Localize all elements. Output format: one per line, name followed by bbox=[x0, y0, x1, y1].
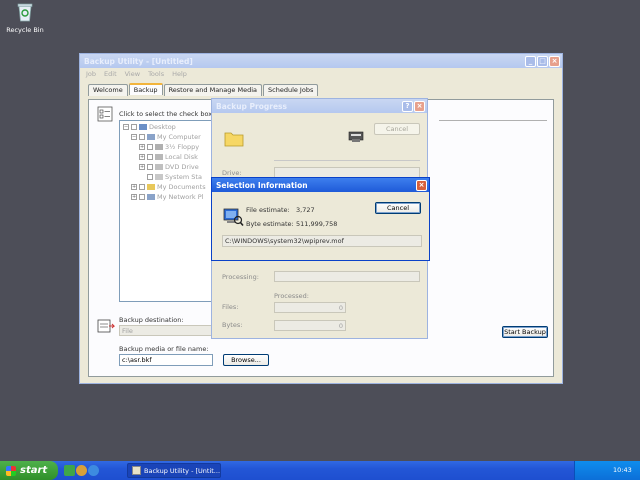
backup-destination-select[interactable]: File bbox=[119, 325, 215, 336]
recycle-bin-desktop-icon[interactable]: Recycle Bin bbox=[6, 2, 44, 34]
byte-estimate-label: Byte estimate: bbox=[246, 220, 294, 228]
menu-view[interactable]: View bbox=[125, 70, 140, 78]
menu-job[interactable]: Job bbox=[86, 70, 96, 78]
tree-item-system-state[interactable]: System Sta bbox=[123, 172, 215, 182]
menu-help[interactable]: Help bbox=[172, 70, 187, 78]
tree-item-floppy[interactable]: +3½ Floppy bbox=[123, 142, 215, 152]
byte-estimate-value: 511,999,758 bbox=[296, 220, 338, 228]
recycle-bin-label: Recycle Bin bbox=[6, 26, 44, 34]
tree-item-my-documents[interactable]: + My Documents bbox=[123, 182, 215, 192]
menu-bar: Job Edit View Tools Help bbox=[80, 68, 562, 80]
help-button[interactable]: ? bbox=[402, 100, 413, 112]
taskbar-backup-utility-button[interactable]: Backup Utility - [Untit... bbox=[127, 463, 221, 478]
files-label: Files: bbox=[222, 303, 239, 311]
selection-titlebar[interactable]: Selection Information × bbox=[212, 178, 429, 192]
maximize-button[interactable]: □ bbox=[537, 55, 548, 67]
tree-item-local-disk[interactable]: + Local Disk bbox=[123, 152, 215, 162]
backup-destination-label: Backup destination: bbox=[119, 316, 184, 324]
backup-tree[interactable]: − Desktop − My Computer +3½ Floppy + Local … bbox=[119, 120, 219, 302]
main-window-title: Backup Utility - [Untitled] bbox=[84, 56, 193, 66]
bytes-count: 0 bbox=[274, 320, 346, 331]
processing-label: Processing: bbox=[222, 273, 259, 281]
selection-close-button[interactable]: × bbox=[416, 179, 427, 191]
tree-item-my-network-places[interactable]: + My Network Pl bbox=[123, 192, 215, 202]
recycle-bin-icon bbox=[17, 3, 33, 22]
menu-edit[interactable]: Edit bbox=[104, 70, 117, 78]
backup-destination-icon bbox=[97, 319, 115, 333]
windows-flag-icon bbox=[6, 465, 16, 476]
tab-strip: Welcome Backup Restore and Manage Media … bbox=[80, 83, 562, 96]
processing-field bbox=[274, 271, 420, 282]
selection-dialog-title: Selection Information bbox=[216, 180, 308, 190]
progress-close-button[interactable]: × bbox=[414, 100, 425, 112]
progress-titlebar[interactable]: Backup Progress ? × bbox=[212, 99, 427, 113]
progress-cancel-button[interactable]: Cancel bbox=[374, 123, 420, 135]
file-estimate-value: 3,727 bbox=[296, 206, 315, 214]
files-count: 0 bbox=[274, 302, 346, 313]
taskbar-task-label: Backup Utility - [Untit... bbox=[144, 466, 221, 475]
browse-button[interactable]: Browse... bbox=[223, 354, 269, 366]
current-file-path: C:\WINDOWS\system32\wpiprev.mof bbox=[222, 235, 422, 247]
backup-media-label: Backup media or file name: bbox=[119, 345, 209, 353]
checklist-icon bbox=[97, 106, 113, 122]
start-backup-button[interactable]: Start Backup bbox=[502, 326, 548, 338]
progress-separator bbox=[274, 160, 420, 161]
computer-scan-icon bbox=[223, 208, 244, 227]
quick-launch-browser-icon[interactable] bbox=[88, 465, 99, 476]
tab-backup[interactable]: Backup bbox=[128, 83, 163, 95]
backup-utility-task-icon bbox=[132, 466, 141, 475]
backup-media-input[interactable]: c:\asr.bkf bbox=[119, 354, 213, 366]
minimize-button[interactable]: _ bbox=[525, 55, 536, 67]
progress-dialog-title: Backup Progress bbox=[216, 101, 287, 111]
start-label: start bbox=[20, 465, 48, 476]
bytes-label: Bytes: bbox=[222, 321, 243, 329]
tree-item-dvd-drive[interactable]: + DVD Drive bbox=[123, 162, 215, 172]
file-estimate-label: File estimate: bbox=[246, 206, 290, 214]
main-titlebar[interactable]: Backup Utility - [Untitled] _ □ × bbox=[80, 54, 562, 68]
quick-launch-media-icon[interactable] bbox=[76, 465, 87, 476]
processed-label: Processed: bbox=[274, 292, 309, 300]
selection-cancel-button[interactable]: Cancel bbox=[375, 202, 421, 214]
quick-launch-desktop-icon[interactable] bbox=[64, 465, 75, 476]
tree-item-my-computer[interactable]: − My Computer bbox=[123, 132, 215, 142]
close-button[interactable]: × bbox=[549, 55, 560, 67]
right-pane-divider bbox=[439, 120, 547, 121]
clock[interactable]: 10:43 bbox=[613, 466, 632, 474]
selection-information-dialog: Selection Information × File estimate: 3… bbox=[211, 177, 430, 261]
tab-schedule[interactable]: Schedule Jobs bbox=[263, 84, 319, 96]
folder-icon bbox=[224, 132, 244, 147]
tab-restore[interactable]: Restore and Manage Media bbox=[163, 84, 262, 96]
tab-welcome[interactable]: Welcome bbox=[88, 84, 128, 96]
menu-tools[interactable]: Tools bbox=[148, 70, 164, 78]
selection-instruction: Click to select the check box for bbox=[119, 110, 224, 118]
drive-label: Drive: bbox=[222, 169, 242, 177]
tree-item-desktop[interactable]: − Desktop bbox=[123, 122, 215, 132]
tape-drive-icon bbox=[348, 131, 364, 142]
start-button[interactable]: start bbox=[0, 461, 58, 480]
